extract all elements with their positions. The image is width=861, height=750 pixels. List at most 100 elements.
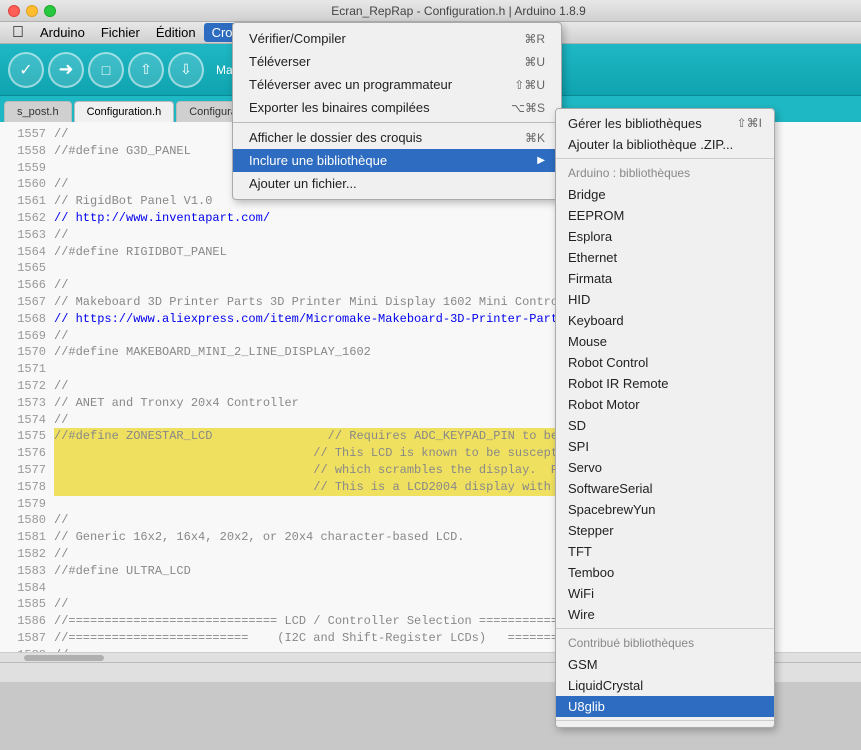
line-number: 1571	[8, 361, 46, 378]
line-number: 1583	[8, 563, 46, 580]
lib-temboo[interactable]: Temboo	[556, 562, 774, 583]
line-number: 1569	[8, 328, 46, 345]
include-sep-3	[556, 720, 774, 721]
line-number: 1575	[8, 428, 46, 445]
line-content: //	[54, 546, 68, 563]
submenu-arrow: ▶	[537, 155, 545, 166]
menu-exporter[interactable]: Exporter les binaires compilées ⌥⌘S	[233, 96, 561, 119]
lib-servo[interactable]: Servo	[556, 457, 774, 478]
lib-hid[interactable]: HID	[556, 289, 774, 310]
upload-button[interactable]: ➜	[48, 52, 84, 88]
line-number: 1561	[8, 193, 46, 210]
open-button[interactable]: ⇧	[128, 52, 164, 88]
menu-televerser-prog[interactable]: Téléverser avec un programmateur ⇧⌘U	[233, 73, 561, 96]
verify-button[interactable]: ✓	[8, 52, 44, 88]
line-content: //============================= LCD / Co…	[54, 613, 572, 630]
line-content: //	[54, 126, 68, 143]
include-sep-2	[556, 628, 774, 629]
lib-u8glib[interactable]: U8glib	[556, 696, 774, 717]
lib-softwareserial[interactable]: SoftwareSerial	[556, 478, 774, 499]
lib-tft[interactable]: TFT	[556, 541, 774, 562]
lib-eeprom[interactable]: EEPROM	[556, 205, 774, 226]
lib-robot-ir[interactable]: Robot IR Remote	[556, 373, 774, 394]
line-number: 1581	[8, 529, 46, 546]
lib-wire[interactable]: Wire	[556, 604, 774, 625]
line-number: 1559	[8, 160, 46, 177]
close-button[interactable]	[8, 5, 20, 17]
apple-menu[interactable]: 	[4, 22, 32, 44]
contrib-section-label: Contribué bibliothèques	[556, 632, 774, 654]
line-number: 1588	[8, 647, 46, 652]
arduino-section-label: Arduino : bibliothèques	[556, 162, 774, 184]
include-library-submenu[interactable]: Gérer les bibliothèques ⇧⌘I Ajouter la b…	[555, 108, 775, 728]
menu-televerser[interactable]: Téléverser ⌘U	[233, 50, 561, 73]
croquis-dropdown[interactable]: Vérifier/Compiler ⌘R Téléverser ⌘U Télév…	[232, 22, 562, 200]
window-title: Ecran_RepRap - Configuration.h | Arduino…	[64, 4, 853, 18]
traffic-lights	[8, 5, 56, 17]
lib-robot-motor[interactable]: Robot Motor	[556, 394, 774, 415]
line-number: 1576	[8, 445, 46, 462]
lib-firmata[interactable]: Firmata	[556, 268, 774, 289]
menu-ajouter-fichier[interactable]: Ajouter un fichier...	[233, 172, 561, 195]
lib-wifi[interactable]: WiFi	[556, 583, 774, 604]
menu-fichier[interactable]: Fichier	[93, 23, 148, 42]
minimize-button[interactable]	[26, 5, 38, 17]
menu-inclure-bibliotheque[interactable]: Inclure une bibliothèque ▶	[233, 149, 561, 172]
line-content: //	[54, 512, 68, 529]
line-number: 1560	[8, 176, 46, 193]
include-ajouter-zip[interactable]: Ajouter la bibliothèque .ZIP...	[556, 134, 774, 155]
include-gerer[interactable]: Gérer les bibliothèques ⇧⌘I	[556, 113, 774, 134]
lib-esplora[interactable]: Esplora	[556, 226, 774, 247]
menu-arduino[interactable]: Arduino	[32, 23, 93, 42]
line-content: //#define ULTRA_LCD	[54, 563, 191, 580]
titlebar: Ecran_RepRap - Configuration.h | Arduino…	[0, 0, 861, 22]
lib-sd[interactable]: SD	[556, 415, 774, 436]
lib-gsm[interactable]: GSM	[556, 654, 774, 675]
lib-spi[interactable]: SPI	[556, 436, 774, 457]
line-content: //	[54, 412, 68, 429]
line-number: 1573	[8, 395, 46, 412]
line-content: //	[54, 277, 68, 294]
line-content: // Generic 16x2, 16x4, 20x2, or 20x4 cha…	[54, 529, 464, 546]
lib-liquidcrystal[interactable]: LiquidCrystal	[556, 675, 774, 696]
maximize-button[interactable]	[44, 5, 56, 17]
recommande-section-label: Recommandé bibliothèques	[556, 724, 774, 728]
line-number: 1580	[8, 512, 46, 529]
line-content: //	[54, 378, 68, 395]
line-content: //========================= (I2C and Shi…	[54, 630, 572, 647]
scrollbar-thumb[interactable]	[24, 655, 104, 661]
line-number: 1568	[8, 311, 46, 328]
lib-keyboard[interactable]: Keyboard	[556, 310, 774, 331]
lib-mouse[interactable]: Mouse	[556, 331, 774, 352]
line-content: //	[54, 328, 68, 345]
line-number: 1582	[8, 546, 46, 563]
lib-bridge[interactable]: Bridge	[556, 184, 774, 205]
menu-edition[interactable]: Édition	[148, 23, 204, 42]
lib-stepper[interactable]: Stepper	[556, 520, 774, 541]
tab-configuration[interactable]: Configuration.h	[74, 101, 175, 122]
line-number: 1579	[8, 496, 46, 513]
line-content: // RigidBot Panel V1.0	[54, 193, 212, 210]
line-content: // http://www.inventapart.com/	[54, 210, 270, 227]
line-content: //#define G3D_PANEL	[54, 143, 191, 160]
line-content: // Makeboard 3D Printer Parts 3D Printer…	[54, 294, 587, 311]
tab-post[interactable]: s_post.h	[4, 101, 72, 122]
line-content: // ANET and Tronxy 20x4 Controller	[54, 395, 299, 412]
save-button[interactable]: ⇩	[168, 52, 204, 88]
menu-afficher-dossier[interactable]: Afficher le dossier des croquis ⌘K	[233, 126, 561, 149]
lib-spacebrewyun[interactable]: SpacebrewYun	[556, 499, 774, 520]
menu-verifier[interactable]: Vérifier/Compiler ⌘R	[233, 27, 561, 50]
line-number: 1562	[8, 210, 46, 227]
line-number: 1558	[8, 143, 46, 160]
line-number: 1578	[8, 479, 46, 496]
line-content: //	[54, 227, 68, 244]
lib-ethernet[interactable]: Ethernet	[556, 247, 774, 268]
line-number: 1557	[8, 126, 46, 143]
line-number: 1564	[8, 244, 46, 261]
line-number: 1577	[8, 462, 46, 479]
include-sep-1	[556, 158, 774, 159]
lib-robot-control[interactable]: Robot Control	[556, 352, 774, 373]
new-button[interactable]: □	[88, 52, 124, 88]
line-number: 1563	[8, 227, 46, 244]
line-number: 1585	[8, 596, 46, 613]
